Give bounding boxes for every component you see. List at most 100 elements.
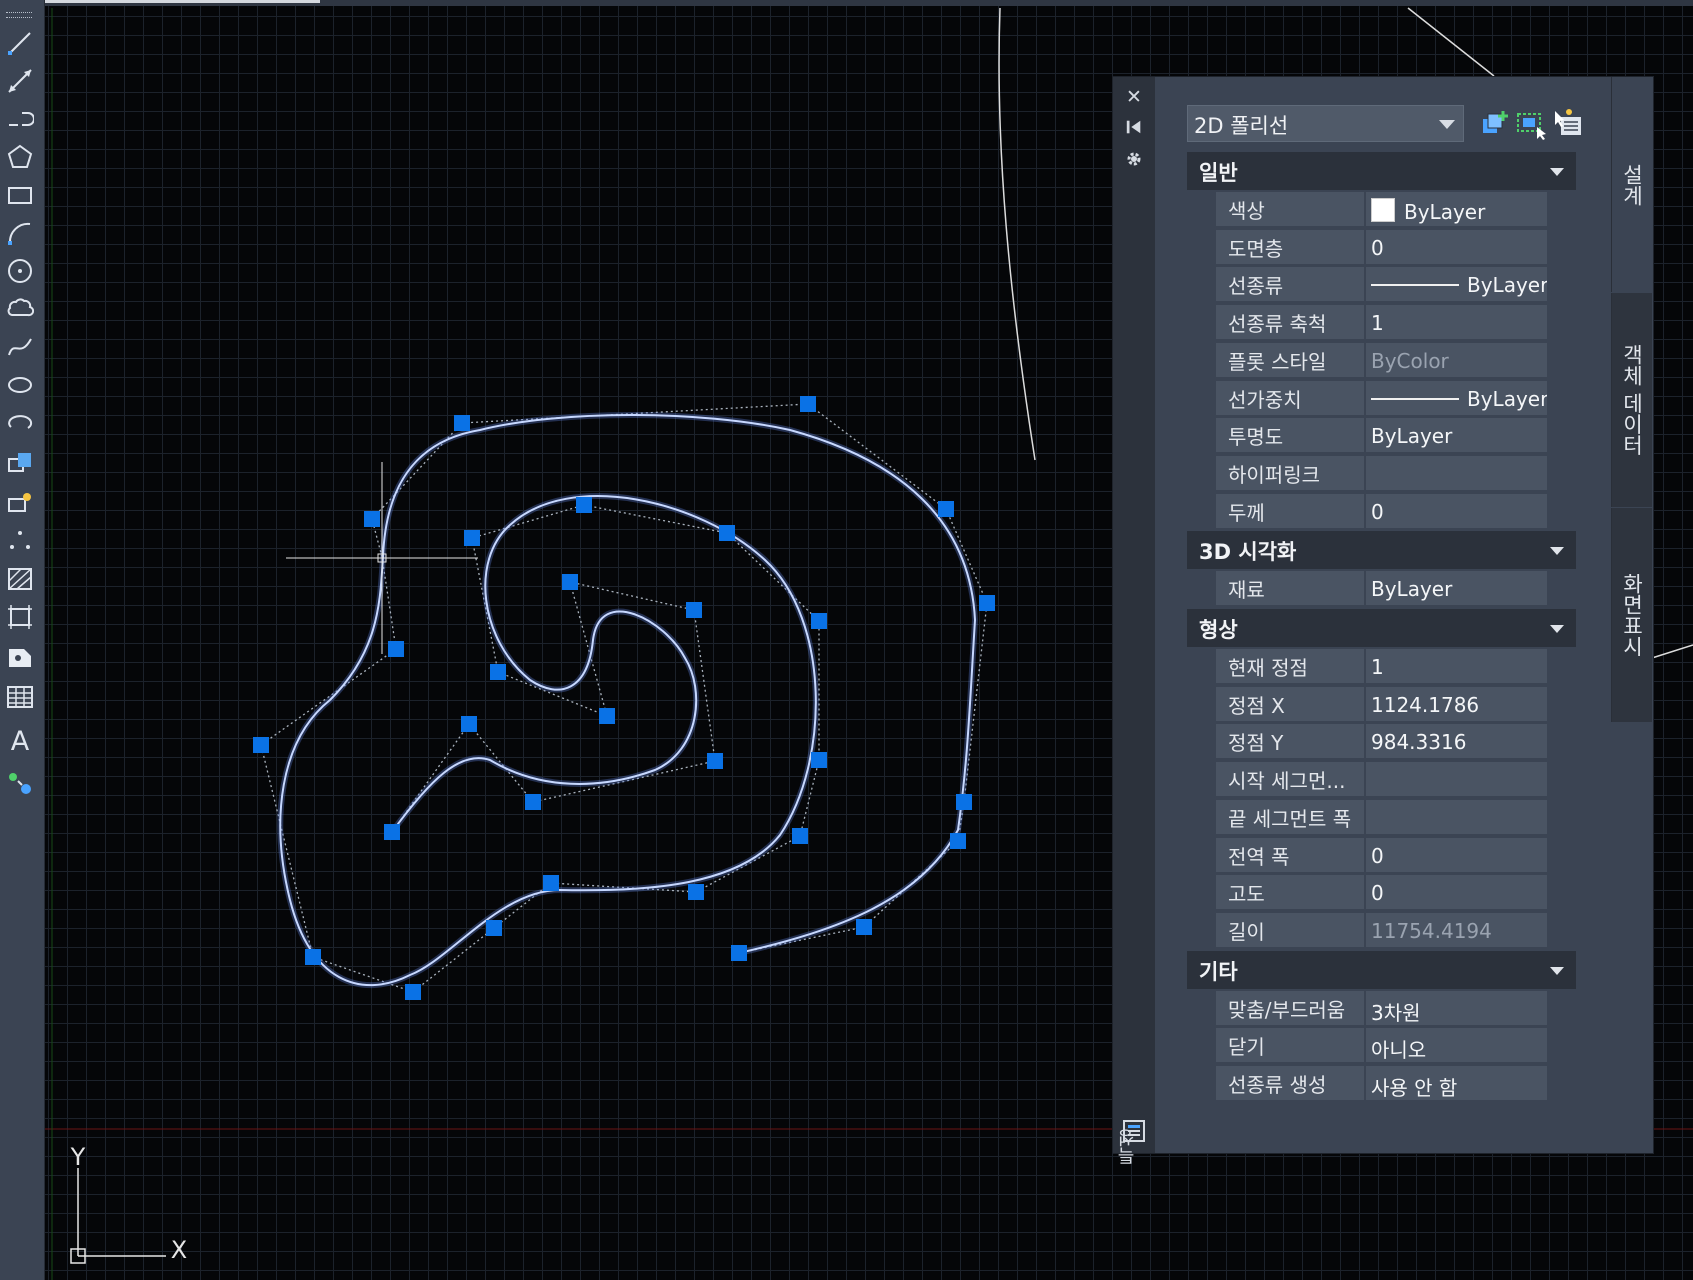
properties-palette-icon[interactable] <box>1120 1117 1148 1145</box>
mtext-tool-icon[interactable]: A <box>3 724 37 758</box>
autohide-icon[interactable] <box>1120 113 1148 141</box>
property-row[interactable]: 정점 X 1124.1786 <box>1187 686 1576 722</box>
region-tool-icon[interactable] <box>3 640 37 674</box>
grip[interactable] <box>979 595 995 611</box>
polygon-tool-icon[interactable] <box>3 140 37 174</box>
point-tool-icon[interactable] <box>3 524 37 558</box>
tab-object-data[interactable]: 객체 데이터 <box>1611 293 1652 507</box>
property-row[interactable]: 고도 0 <box>1187 875 1576 911</box>
property-row[interactable]: 정점 Y 984.3316 <box>1187 724 1576 760</box>
grip[interactable] <box>490 664 506 680</box>
section-header[interactable]: 3D 시각화 <box>1187 531 1576 570</box>
property-value[interactable] <box>1366 799 1547 834</box>
grip[interactable] <box>686 602 702 618</box>
circle-tool-icon[interactable] <box>3 254 37 288</box>
property-value[interactable] <box>1366 762 1547 797</box>
close-icon[interactable]: ✕ <box>1120 83 1148 111</box>
grip[interactable] <box>562 574 578 590</box>
revcloud-tool-icon[interactable] <box>3 292 37 326</box>
property-row[interactable]: 맞춤/부드러움 3차원 <box>1187 990 1576 1026</box>
grip[interactable] <box>792 828 808 844</box>
palette-titlebar[interactable]: ✕ 특성 <box>1113 77 1155 1165</box>
add-selected-tool-icon[interactable] <box>3 766 37 800</box>
grip[interactable] <box>811 613 827 629</box>
grip[interactable] <box>525 794 541 810</box>
property-row[interactable]: 색상 ByLayer <box>1187 192 1576 227</box>
property-row[interactable]: 재료 ByLayer <box>1187 571 1576 607</box>
property-row[interactable]: 선종류 생성 사용 안 함 <box>1187 1066 1576 1101</box>
property-value[interactable] <box>1366 455 1547 490</box>
property-value[interactable]: ByLayer <box>1366 267 1547 302</box>
property-value[interactable]: 3차원 <box>1366 990 1547 1025</box>
grip[interactable] <box>950 833 966 849</box>
section-header[interactable]: 기타 <box>1187 950 1576 989</box>
property-value[interactable]: ByLayer <box>1366 418 1547 453</box>
property-row[interactable]: 투명도 ByLayer <box>1187 418 1576 454</box>
property-value[interactable]: 0 <box>1366 837 1547 872</box>
chevron-down-icon[interactable] <box>1550 966 1564 975</box>
property-value[interactable]: 0 <box>1366 493 1547 528</box>
object-type-dropdown[interactable]: 2D 폴리선 <box>1187 105 1464 142</box>
arc-tool-icon[interactable] <box>3 216 37 250</box>
property-value[interactable]: 0 <box>1366 875 1547 910</box>
polyline-tool-icon[interactable] <box>3 102 37 136</box>
quick-select-icon[interactable] <box>1551 107 1585 141</box>
property-value[interactable]: 아니오 <box>1366 1028 1547 1063</box>
xline-tool-icon[interactable] <box>3 64 37 98</box>
grip[interactable] <box>454 415 470 431</box>
grip[interactable] <box>486 920 502 936</box>
property-value[interactable]: ByLayer <box>1366 192 1547 226</box>
grip[interactable] <box>719 525 735 541</box>
grip[interactable] <box>599 708 615 724</box>
rectangle-tool-icon[interactable] <box>3 178 37 212</box>
insert-block-tool-icon[interactable] <box>3 446 37 480</box>
chevron-down-icon[interactable] <box>1550 168 1564 176</box>
grip[interactable] <box>461 716 477 732</box>
property-value[interactable]: ByColor <box>1366 342 1547 377</box>
grip[interactable] <box>956 794 972 810</box>
chevron-down-icon[interactable] <box>1550 547 1564 556</box>
grip[interactable] <box>464 530 480 546</box>
toolbar-grip[interactable] <box>6 12 32 18</box>
property-value[interactable]: 1 <box>1366 305 1547 340</box>
grip[interactable] <box>576 497 592 513</box>
grip[interactable] <box>405 984 421 1000</box>
property-value[interactable]: ByLayer <box>1366 380 1547 415</box>
property-value[interactable]: ByLayer <box>1366 571 1547 606</box>
make-block-tool-icon[interactable] <box>3 486 37 520</box>
grip[interactable] <box>253 737 269 753</box>
section-header[interactable]: 일반 <box>1187 152 1576 190</box>
toggle-pickadd-icon[interactable] <box>1479 107 1513 141</box>
property-row[interactable]: 하이퍼링크 <box>1187 455 1576 491</box>
tab-design[interactable]: 설계 <box>1611 77 1652 292</box>
property-row[interactable]: 현재 정점 1 <box>1187 649 1576 684</box>
grip[interactable] <box>688 884 704 900</box>
spline-polyline[interactable] <box>277 412 979 989</box>
spline-tool-icon[interactable] <box>3 330 37 364</box>
property-row[interactable]: 플롯 스타일 ByColor <box>1187 342 1576 378</box>
ellipse-arc-tool-icon[interactable] <box>3 406 37 440</box>
property-value[interactable]: 1 <box>1366 649 1547 683</box>
property-row[interactable]: 도면층 0 <box>1187 229 1576 265</box>
property-value[interactable]: 1124.1786 <box>1366 686 1547 721</box>
hatch-tool-icon[interactable] <box>3 562 37 596</box>
grip[interactable] <box>543 875 559 891</box>
property-value[interactable]: 사용 안 함 <box>1366 1066 1547 1100</box>
property-row[interactable]: 시작 세그먼... <box>1187 762 1576 798</box>
grip[interactable] <box>384 824 400 840</box>
gradient-tool-icon[interactable] <box>3 600 37 634</box>
property-row[interactable]: 선가중치 ByLayer <box>1187 380 1576 416</box>
line-tool-icon[interactable] <box>3 26 37 60</box>
property-value[interactable]: 11754.4194 <box>1366 912 1547 947</box>
property-row[interactable]: 선종류 ByLayer <box>1187 267 1576 303</box>
grip[interactable] <box>305 949 321 965</box>
property-value[interactable]: 0 <box>1366 229 1547 264</box>
grip[interactable] <box>811 752 827 768</box>
select-objects-icon[interactable] <box>1515 107 1549 141</box>
chevron-down-icon[interactable] <box>1550 625 1564 633</box>
property-row[interactable]: 두께 0 <box>1187 493 1576 529</box>
ellipse-tool-icon[interactable] <box>3 368 37 402</box>
property-value[interactable]: 984.3316 <box>1366 724 1547 759</box>
grip[interactable] <box>388 641 404 657</box>
property-row[interactable]: 길이 11754.4194 <box>1187 912 1576 948</box>
